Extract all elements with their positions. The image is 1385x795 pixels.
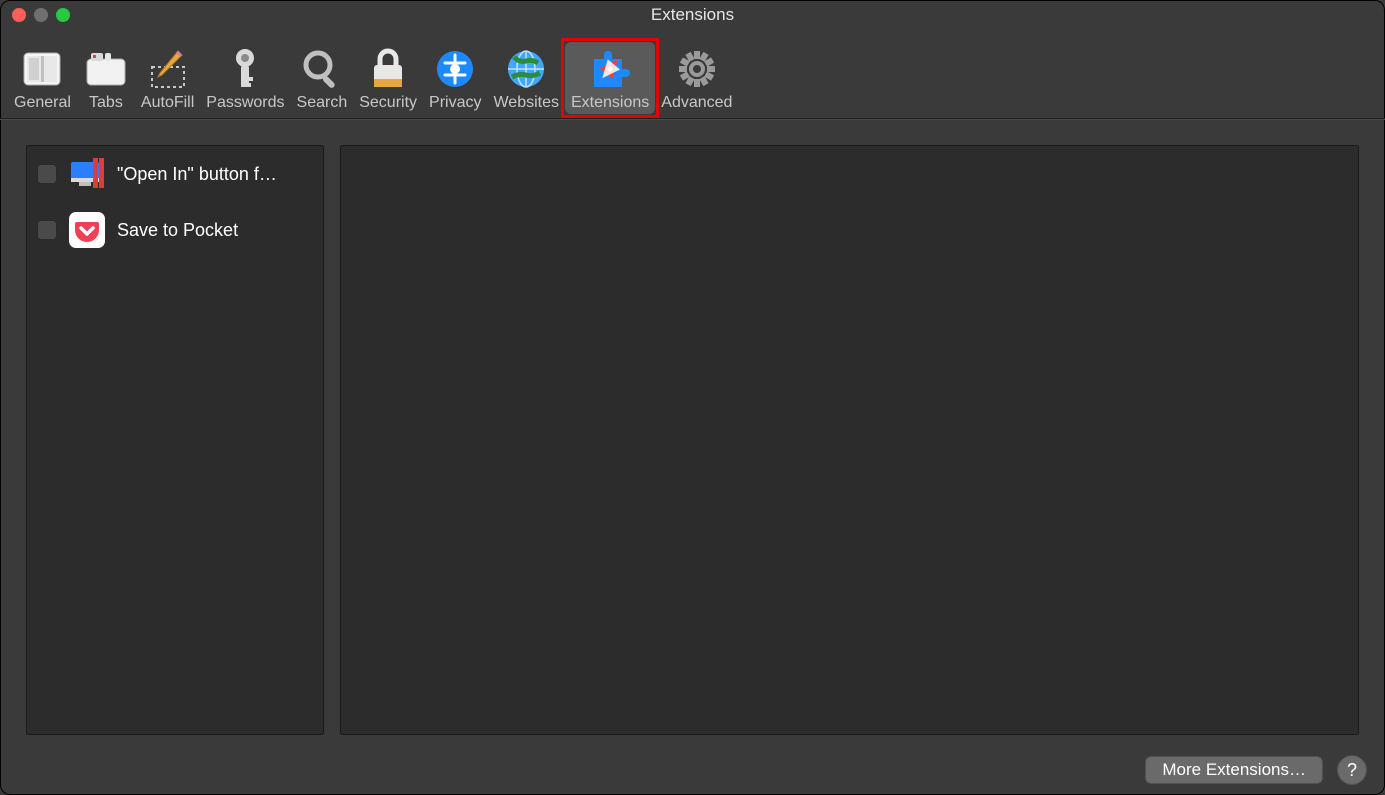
extensions-list: "Open In" button f… Save to Pocket xyxy=(26,145,324,735)
preferences-toolbar: General Tabs AutoFill Passwords Search Securi… xyxy=(0,30,1385,119)
toolbar-item-label: Search xyxy=(297,94,348,112)
toolbar-item-label: Passwords xyxy=(206,94,284,112)
titlebar: Extensions xyxy=(0,0,1385,30)
toolbar-item-passwords[interactable]: Passwords xyxy=(200,42,290,114)
extension-label: "Open In" button f… xyxy=(117,164,277,185)
general-icon xyxy=(19,46,65,92)
toolbar-item-label: Extensions xyxy=(571,94,649,112)
toolbar-item-advanced[interactable]: Advanced xyxy=(655,42,738,114)
toolbar-item-label: Websites xyxy=(493,94,559,112)
extension-enable-checkbox[interactable] xyxy=(37,220,57,240)
more-extensions-button[interactable]: More Extensions… xyxy=(1145,756,1323,784)
toolbar-item-label: Advanced xyxy=(661,94,732,112)
content-area: "Open In" button f… Save to Pocket xyxy=(0,119,1385,745)
passwords-icon xyxy=(222,46,268,92)
toolbar-item-general[interactable]: General xyxy=(8,42,77,114)
extensions-icon xyxy=(587,46,633,92)
parallels-icon xyxy=(69,156,105,192)
toolbar-item-label: General xyxy=(14,94,71,112)
minimize-window-button[interactable] xyxy=(34,8,48,22)
extension-row[interactable]: "Open In" button f… xyxy=(27,146,323,202)
close-window-button[interactable] xyxy=(12,8,26,22)
extension-enable-checkbox[interactable] xyxy=(37,164,57,184)
toolbar-item-search[interactable]: Search xyxy=(291,42,354,114)
advanced-icon xyxy=(674,46,720,92)
security-icon xyxy=(365,46,411,92)
zoom-window-button[interactable] xyxy=(56,8,70,22)
toolbar-item-autofill[interactable]: AutoFill xyxy=(135,42,200,114)
extension-detail-panel xyxy=(340,145,1359,735)
extension-row[interactable]: Save to Pocket xyxy=(27,202,323,258)
toolbar-item-label: AutoFill xyxy=(141,94,194,112)
footer: More Extensions… ? xyxy=(0,745,1385,795)
toolbar-item-extensions[interactable]: Extensions xyxy=(565,42,655,114)
privacy-icon xyxy=(432,46,478,92)
toolbar-item-websites[interactable]: Websites xyxy=(487,42,565,114)
search-icon xyxy=(299,46,345,92)
toolbar-item-label: Security xyxy=(359,94,417,112)
toolbar-item-security[interactable]: Security xyxy=(353,42,423,114)
autofill-icon xyxy=(145,46,191,92)
toolbar-item-privacy[interactable]: Privacy xyxy=(423,42,487,114)
extension-label: Save to Pocket xyxy=(117,220,238,241)
pocket-icon xyxy=(69,212,105,248)
traffic-lights xyxy=(12,8,70,22)
help-button[interactable]: ? xyxy=(1337,755,1367,785)
tabs-icon xyxy=(83,46,129,92)
toolbar-item-label: Privacy xyxy=(429,94,481,112)
toolbar-item-tabs[interactable]: Tabs xyxy=(77,42,135,114)
window-title: Extensions xyxy=(651,5,734,25)
toolbar-item-label: Tabs xyxy=(89,94,123,112)
websites-icon xyxy=(503,46,549,92)
preferences-window: Extensions General Tabs AutoFill Passwords S… xyxy=(0,0,1385,795)
